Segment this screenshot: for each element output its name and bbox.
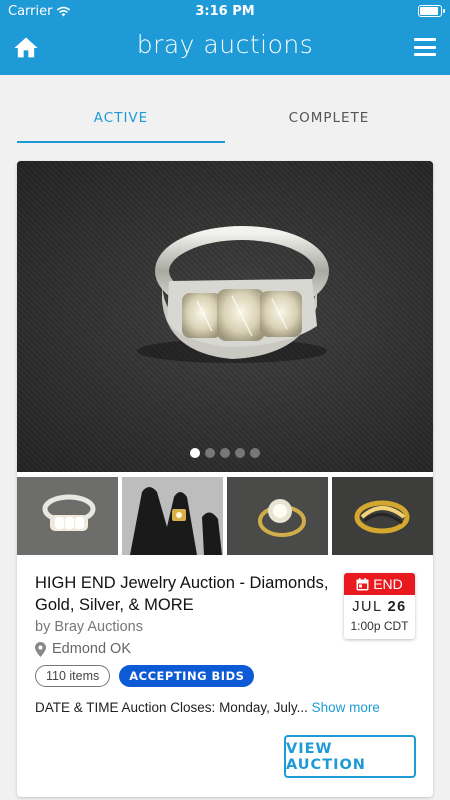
- ring-thumbnail-1[interactable]: [17, 477, 118, 555]
- carousel-dot[interactable]: [205, 448, 215, 458]
- ring-hero-image: [137, 226, 329, 363]
- status-badge: ACCEPTING BIDS: [119, 665, 255, 687]
- calendar-icon: [356, 577, 369, 590]
- ring-thumbnail-2[interactable]: [122, 477, 223, 555]
- battery-icon: [418, 5, 445, 17]
- ring-thumbnail-4[interactable]: [332, 477, 433, 555]
- carousel-dot[interactable]: [220, 448, 230, 458]
- location-pin-icon: [35, 641, 46, 657]
- auction-card: HIGH END Jewelry Auction - Diamonds, Gol…: [17, 161, 433, 797]
- show-more-link[interactable]: Show more: [312, 700, 380, 715]
- location-label: Edmond OK: [52, 641, 131, 657]
- auction-info: HIGH END Jewelry Auction - Diamonds, Gol…: [17, 555, 433, 797]
- tab-active[interactable]: ACTIVE: [17, 95, 225, 143]
- hero-image-carousel[interactable]: [17, 161, 433, 472]
- end-date-header: END: [344, 573, 415, 595]
- items-count-badge: 110 items: [35, 665, 111, 687]
- description-text: DATE & TIME Auction Closes: Monday, July…: [35, 700, 308, 715]
- carousel-dot[interactable]: [250, 448, 260, 458]
- app-header: Carrier 3:16 PM bray auctions: [0, 0, 450, 75]
- end-day: 26: [387, 599, 407, 615]
- auction-tabs: ACTIVE COMPLETE: [17, 95, 433, 143]
- auction-seller: by Bray Auctions: [35, 619, 143, 635]
- end-time: 1:00p CDT: [350, 619, 409, 633]
- auction-description: DATE & TIME Auction Closes: Monday, July…: [35, 700, 380, 715]
- auction-chips: 110 items ACCEPTING BIDS: [35, 665, 255, 687]
- hamburger-menu-icon[interactable]: [414, 38, 436, 56]
- tab-complete[interactable]: COMPLETE: [225, 95, 433, 143]
- thumbnail-strip: [17, 477, 433, 555]
- end-label: END: [373, 576, 403, 592]
- ring-thumbnail-3[interactable]: [227, 477, 328, 555]
- auction-location: Edmond OK: [35, 641, 131, 657]
- navbar: bray auctions: [0, 22, 450, 75]
- auction-title[interactable]: HIGH END Jewelry Auction - Diamonds, Gol…: [35, 572, 335, 616]
- carousel-dot[interactable]: [190, 448, 200, 458]
- clock: 3:16 PM: [195, 4, 255, 19]
- end-date-box: END JUL 26 1:00p CDT: [344, 573, 415, 639]
- carousel-dot[interactable]: [235, 448, 245, 458]
- view-auction-button[interactable]: VIEW AUCTION: [284, 735, 416, 778]
- brand-logo: bray auctions: [136, 30, 314, 59]
- end-date: JUL 26: [344, 599, 415, 615]
- status-bar: Carrier 3:16 PM: [0, 0, 450, 22]
- carousel-dots: [17, 448, 433, 458]
- end-month: JUL: [352, 599, 383, 615]
